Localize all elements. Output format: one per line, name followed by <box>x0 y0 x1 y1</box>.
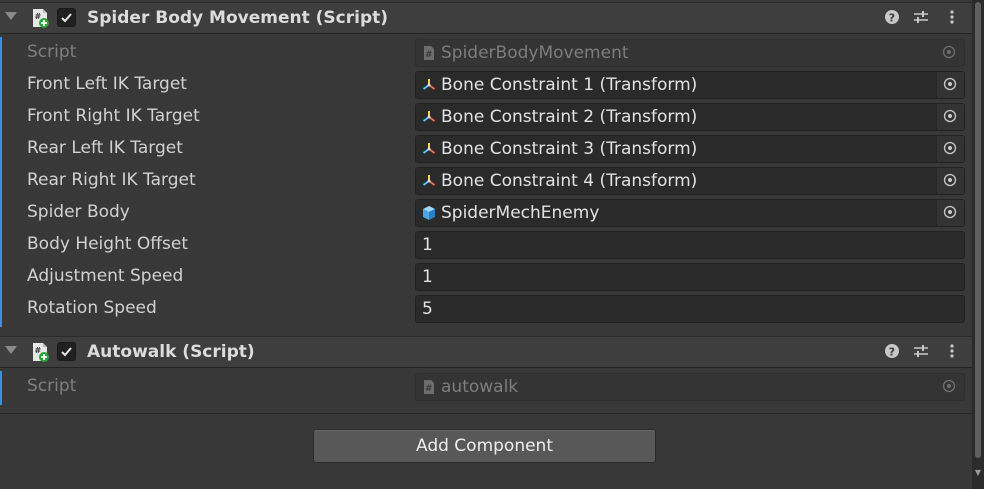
component-body-autowalk: Script # autowalk <box>0 371 972 405</box>
field-row-adjustment-speed: Adjustment Speed 1 <box>0 261 972 293</box>
transform-object-field[interactable]: Bone Constraint 2 (Transform) <box>415 103 965 131</box>
component-enabled-checkbox[interactable] <box>57 8 76 27</box>
scrollbar-thumb[interactable] <box>975 2 981 458</box>
component-body-spider-body-movement: Script # SpiderBodyMovement Front Left I… <box>0 37 972 327</box>
field-row-script: Script # SpiderBodyMovement <box>0 37 972 69</box>
field-label: Rear Left IK Target <box>27 138 183 158</box>
number-input-field[interactable]: 1 <box>415 231 965 259</box>
foldout-arrow-icon[interactable] <box>5 12 17 20</box>
field-label: Rear Right IK Target <box>27 170 196 190</box>
prefab-cube-icon <box>423 206 435 220</box>
object-picker-icon <box>936 374 964 400</box>
script-object-field: # autowalk <box>415 373 965 401</box>
presets-icon[interactable] <box>912 343 930 361</box>
field-row-script: Script # autowalk <box>0 371 972 403</box>
field-row-rotation-speed: Rotation Speed 5 <box>0 293 972 325</box>
checkmark-icon <box>61 13 72 23</box>
cs-script-icon: # <box>424 46 434 60</box>
transform-object-field[interactable]: Bone Constraint 1 (Transform) <box>415 71 965 99</box>
field-row-front-left-ik-target: Front Left IK Target Bone Constraint 1 (… <box>0 69 972 101</box>
field-value: Bone Constraint 2 (Transform) <box>441 107 698 127</box>
number-input-field[interactable]: 5 <box>415 295 965 323</box>
svg-text:#: # <box>425 384 433 394</box>
cs-script-icon: # <box>424 380 434 394</box>
svg-text:?: ? <box>889 345 895 358</box>
object-picker-icon[interactable] <box>936 104 964 130</box>
field-row-rear-left-ik-target: Rear Left IK Target Bone Constraint 3 (T… <box>0 133 972 165</box>
field-value: 5 <box>422 299 433 319</box>
field-row-spider-body: Spider Body SpiderMechEnemy <box>0 197 972 229</box>
transform-axis-icon <box>422 175 436 186</box>
help-icon[interactable]: ? <box>883 9 901 27</box>
field-row-front-right-ik-target: Front Right IK Target Bone Constraint 2 … <box>0 101 972 133</box>
field-value: autowalk <box>441 377 519 397</box>
field-value: 1 <box>422 235 433 255</box>
field-label: Script <box>27 42 77 62</box>
field-label[interactable]: Adjustment Speed <box>27 266 183 286</box>
add-component-button[interactable]: Add Component <box>313 429 656 463</box>
component-title: Autowalk (Script) <box>87 342 255 362</box>
object-picker-icon[interactable] <box>936 200 964 226</box>
help-icon[interactable]: ? <box>883 343 901 361</box>
field-label: Front Right IK Target <box>27 106 200 126</box>
component-enabled-checkbox[interactable] <box>57 342 76 361</box>
object-picker-icon[interactable] <box>936 168 964 194</box>
checkmark-icon <box>61 347 72 357</box>
inspector-panel: # Spider Body Movement (Script) ? Script… <box>0 0 972 489</box>
field-value: Bone Constraint 1 (Transform) <box>441 75 698 95</box>
script-object-field: # SpiderBodyMovement <box>415 39 965 67</box>
object-picker-icon <box>936 40 964 66</box>
field-label: Spider Body <box>27 202 130 222</box>
component-title: Spider Body Movement (Script) <box>87 8 389 28</box>
vertical-scrollbar[interactable]: ▼ <box>972 0 984 489</box>
field-label: Front Left IK Target <box>27 74 187 94</box>
presets-icon[interactable] <box>912 9 930 27</box>
field-value: Bone Constraint 4 (Transform) <box>441 171 698 191</box>
field-row-rear-right-ik-target: Rear Right IK Target Bone Constraint 4 (… <box>0 165 972 197</box>
field-value: 1 <box>422 267 433 287</box>
transform-axis-icon <box>422 79 436 90</box>
field-value: Bone Constraint 3 (Transform) <box>441 139 698 159</box>
field-row-body-height-offset: Body Height Offset 1 <box>0 229 972 261</box>
cs-script-icon: # <box>33 343 49 362</box>
field-label: Script <box>27 376 77 396</box>
transform-object-field[interactable]: Bone Constraint 3 (Transform) <box>415 135 965 163</box>
field-label[interactable]: Rotation Speed <box>27 298 157 318</box>
field-value: SpiderBodyMovement <box>441 43 629 63</box>
svg-text:#: # <box>425 50 433 60</box>
transform-axis-icon <box>422 143 436 154</box>
scroll-down-arrow-icon[interactable]: ▼ <box>972 467 984 479</box>
foldout-arrow-icon[interactable] <box>5 346 17 354</box>
gameobject-object-field[interactable]: SpiderMechEnemy <box>415 199 965 227</box>
kebab-menu-icon[interactable] <box>943 9 961 27</box>
field-label[interactable]: Body Height Offset <box>27 234 188 254</box>
components-separator <box>0 413 972 414</box>
component-header-autowalk[interactable]: # Autowalk (Script) ? <box>0 336 972 368</box>
number-input-field[interactable]: 1 <box>415 263 965 291</box>
cs-script-icon: # <box>33 9 49 28</box>
field-value: SpiderMechEnemy <box>441 203 600 223</box>
object-picker-icon[interactable] <box>936 72 964 98</box>
component-header-spider-body-movement[interactable]: # Spider Body Movement (Script) ? <box>0 2 972 34</box>
transform-axis-icon <box>422 111 436 122</box>
svg-text:?: ? <box>889 11 895 24</box>
kebab-menu-icon[interactable] <box>943 343 961 361</box>
object-picker-icon[interactable] <box>936 136 964 162</box>
transform-object-field[interactable]: Bone Constraint 4 (Transform) <box>415 167 965 195</box>
